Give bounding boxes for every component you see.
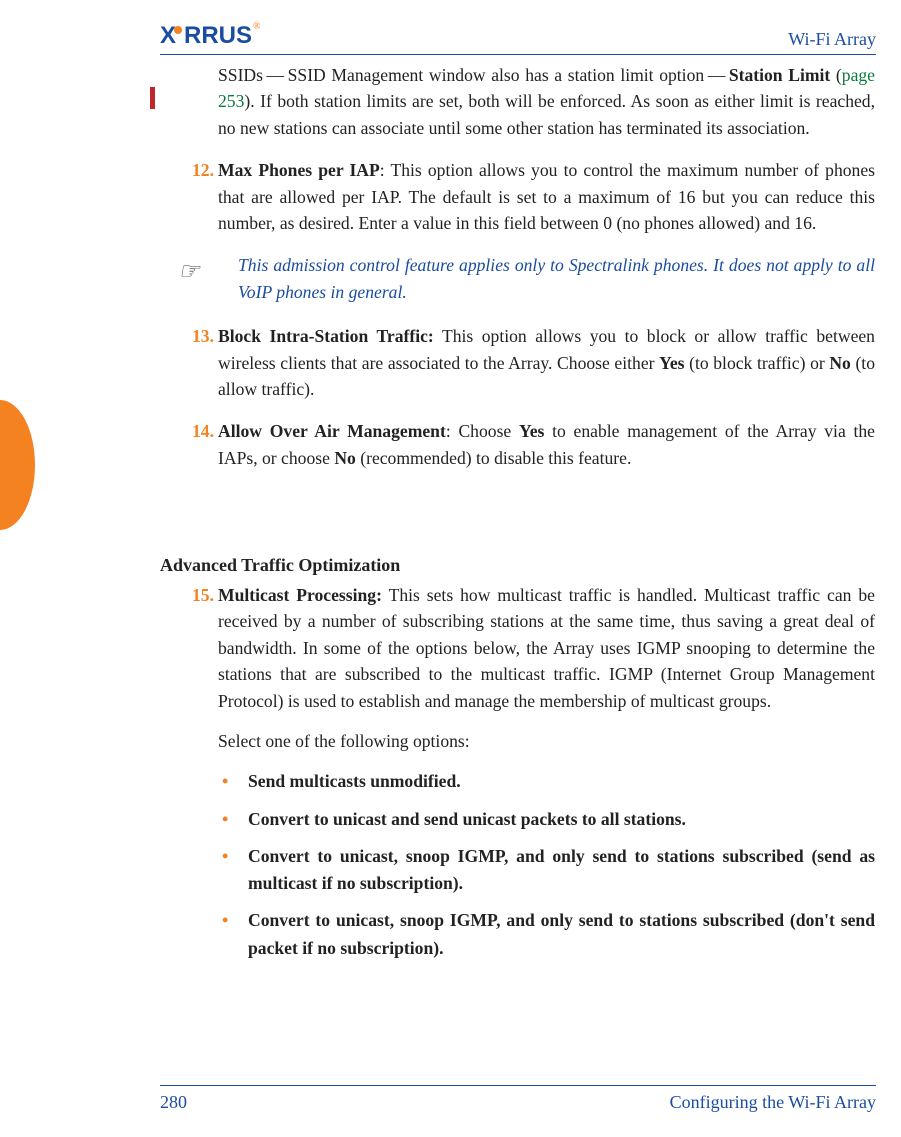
page-footer: 280 Configuring the Wi-Fi Array [160, 1085, 876, 1113]
item12-title: Max Phones per IAP [218, 160, 380, 180]
item15-block: 15. Multicast Processing: This sets how … [218, 582, 875, 978]
brand-rest: RRUS [184, 22, 252, 50]
pointing-hand-icon: ☞ [178, 254, 200, 290]
multicast-option: Convert to unicast and send unicast pack… [218, 806, 875, 833]
section-heading-advanced-traffic: Advanced Traffic Optimization [160, 555, 400, 576]
item14-after: (recommended) to disable this feature. [356, 448, 632, 468]
cont-mid: ( [830, 65, 842, 85]
item13-yes: Yes [659, 353, 684, 373]
brand-logo: X RRUS ® [160, 22, 260, 50]
item-number: 12. [186, 157, 214, 183]
item-number: 15. [186, 582, 214, 608]
multicast-option: Convert to unicast, snoop IGMP, and only… [218, 843, 875, 898]
continuation-paragraph: SSIDs — SSID Management window also has … [218, 62, 875, 141]
brand-prefix: X [160, 22, 176, 50]
item-number: 13. [186, 323, 214, 349]
header-title: Wi-Fi Array [788, 29, 876, 50]
footer-section-title: Configuring the Wi-Fi Array [670, 1092, 876, 1113]
page-number: 280 [160, 1092, 187, 1113]
note-text: This admission control feature applies o… [238, 255, 875, 301]
registered-icon: ® [253, 21, 261, 32]
note-callout: ☞ This admission control feature applies… [218, 252, 875, 305]
item-number: 14. [186, 418, 214, 444]
cont-bold: Station Limit [729, 65, 830, 85]
multicast-options-list: Send multicasts unmodified. Convert to u… [218, 768, 875, 962]
page-content: SSIDs — SSID Management window also has … [218, 62, 875, 487]
multicast-option: Send multicasts unmodified. [218, 768, 875, 795]
multicast-option: Convert to unicast, snoop IGMP, and only… [218, 907, 875, 962]
item14-pre: : Choose [446, 421, 519, 441]
document-page: X RRUS ® Wi-Fi Array SSIDs — SSID Manage… [0, 0, 901, 1137]
item15-para2: Select one of the following options: [218, 728, 875, 754]
item15-para1-wrap: Multicast Processing: This sets how mult… [218, 582, 875, 714]
cont-post: ). If both station limits are set, both … [218, 91, 875, 137]
item14-yes: Yes [519, 421, 544, 441]
side-thumb-tab-icon [0, 400, 35, 530]
cont-pre: SSIDs — SSID Management window also has … [218, 65, 729, 85]
revision-bar-icon [150, 87, 155, 109]
list-item-13: 13. Block Intra-Station Traffic: This op… [218, 323, 875, 402]
item14-no: No [334, 448, 356, 468]
list-item-14: 14. Allow Over Air Management: Choose Ye… [218, 418, 875, 471]
item14-title: Allow Over Air Management [218, 421, 446, 441]
item13-no: No [829, 353, 851, 373]
list-item-12: 12. Max Phones per IAP: This option allo… [218, 157, 875, 236]
item15-title: Multicast Processing: [218, 585, 382, 605]
list-item-15: 15. Multicast Processing: This sets how … [218, 582, 875, 962]
page-header: X RRUS ® Wi-Fi Array [160, 16, 876, 55]
item13-title: Block Intra-Station Traffic: [218, 326, 434, 346]
item13-mid: (to block traffic) or [685, 353, 830, 373]
brand-dot-icon [174, 26, 182, 34]
